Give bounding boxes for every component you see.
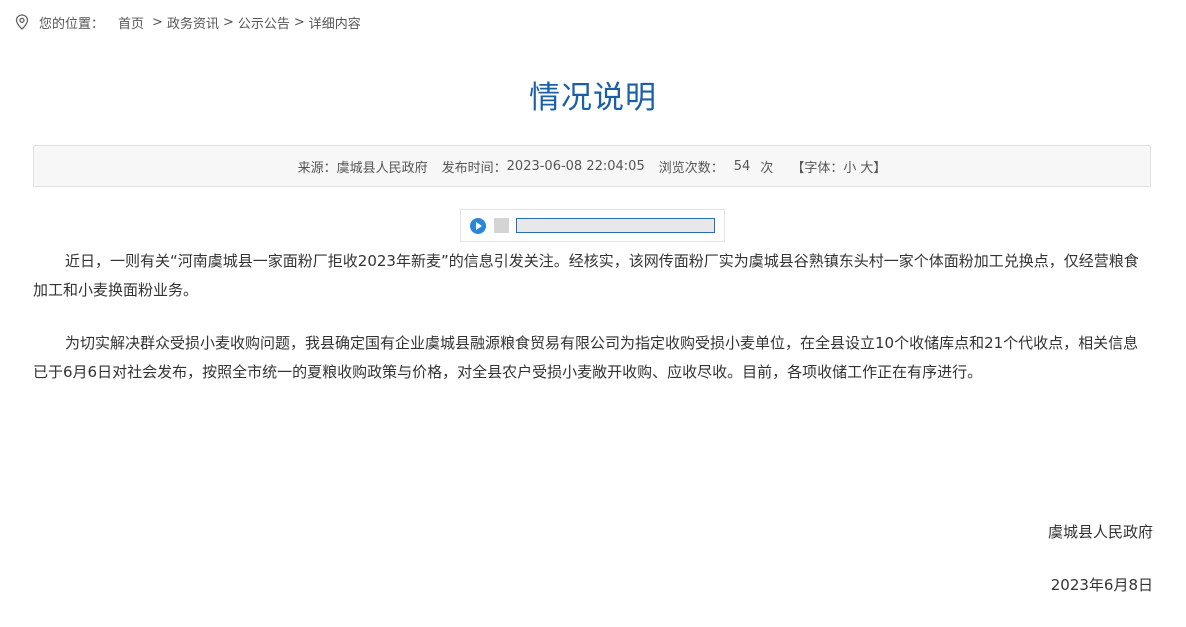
article-meta-bar: 来源： 虞城县人民政府 发布时间： 2023-06-08 22:04:05 浏览…	[33, 145, 1151, 187]
article-paragraph: 为切实解决群众受损小麦收购问题，我县确定国有企业虞城县融源粮食贸易有限公司为指定…	[33, 334, 1139, 381]
breadcrumb-news-link[interactable]: 政务资讯	[167, 13, 219, 32]
article-paragraph: 近日，一则有关“河南虞城县一家面粉厂拒收2023年新麦”的信息引发关注。经核实，…	[33, 252, 1139, 299]
breadcrumb-separator: >	[152, 14, 163, 30]
page-title: 情况说明	[529, 80, 657, 116]
breadcrumb-notice-link[interactable]: 公示公告	[238, 13, 290, 32]
views-count: 54	[733, 158, 751, 174]
article-body: 近日，一则有关“河南虞城县一家面粉厂拒收2023年新麦”的信息引发关注。经核实，…	[33, 247, 1153, 411]
views-unit: 次	[760, 160, 774, 176]
play-icon[interactable]	[470, 218, 486, 234]
source-value: 虞城县人民政府	[336, 160, 428, 176]
publish-time-label: 发布时间：	[441, 160, 507, 176]
breadcrumb-separator: >	[293, 14, 305, 30]
breadcrumb-current: 详细内容	[308, 16, 361, 32]
font-small-button[interactable]: 小	[843, 157, 856, 176]
publish-time-value: 2023-06-08 22:04:05	[506, 158, 645, 174]
breadcrumb: 您的位置： 首页 > 政务资讯 > 公示公告 > 详细内容	[15, 12, 361, 32]
signature: 虞城县人民政府	[1047, 523, 1153, 541]
breadcrumb-label: 您的位置：	[39, 16, 105, 32]
location-pin-icon	[15, 14, 29, 30]
font-size-close: 】	[873, 160, 887, 176]
stop-icon[interactable]	[494, 218, 509, 233]
breadcrumb-home-link[interactable]: 首页	[118, 13, 144, 32]
audio-progress-bar[interactable]	[516, 218, 715, 233]
views-label: 浏览次数：	[658, 160, 724, 176]
breadcrumb-separator: >	[222, 14, 234, 30]
font-size-label: 【字体：	[791, 160, 844, 176]
source-label: 来源：	[297, 160, 337, 176]
audio-player	[460, 209, 725, 242]
publish-date: 2023年6月8日	[1050, 576, 1153, 594]
font-large-button[interactable]: 大	[860, 157, 873, 176]
